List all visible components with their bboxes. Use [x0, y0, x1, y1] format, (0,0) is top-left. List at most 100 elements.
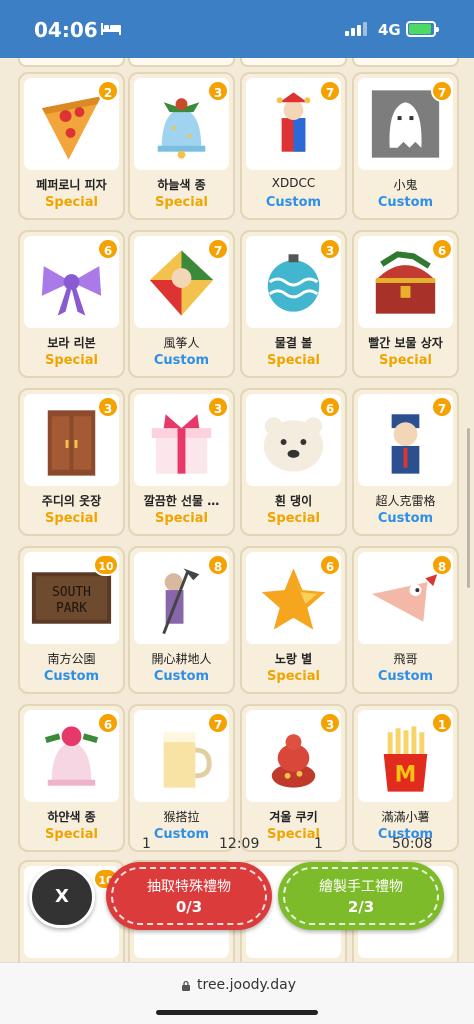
count-badge: 10	[93, 554, 119, 576]
gift-type: Custom	[43, 669, 100, 684]
count-badge: 3	[97, 396, 119, 418]
gift-type: Special	[155, 511, 208, 526]
gift-card[interactable]: M 1 滿滿小薯 Custom	[352, 704, 459, 852]
gift-type: Special	[155, 195, 208, 210]
gift-card[interactable]: 3 겨울 쿠키 Special	[240, 704, 347, 852]
gift-card[interactable]: 8 開心耕地人 Custom	[128, 546, 235, 694]
gift-name: 飛哥	[393, 652, 418, 666]
lock-icon	[182, 981, 190, 991]
gift-card-partial[interactable]	[18, 58, 125, 67]
gift-card[interactable]: 8 飛哥 Custom	[352, 546, 459, 694]
gift-type: Special	[379, 353, 432, 368]
count-badge: 8	[207, 554, 229, 576]
gift-type: Custom	[153, 669, 210, 684]
gift-type: Special	[45, 195, 98, 210]
count-badge: 7	[431, 80, 453, 102]
count-badge: 3	[207, 80, 229, 102]
gift-card-partial[interactable]	[128, 58, 235, 67]
svg-text:PARK: PARK	[56, 601, 87, 616]
count-badge: 2	[97, 80, 119, 102]
gift-card[interactable]: 7 XDDCC Custom	[240, 72, 347, 220]
draw-custom-label: 繪製手工禮物	[319, 879, 403, 895]
svg-text:M: M	[395, 763, 417, 788]
count-badge: 6	[431, 238, 453, 260]
gift-name: 보라 리본	[47, 336, 96, 350]
gift-card[interactable]: 6 보라 리본 Special	[18, 230, 125, 378]
gift-card[interactable]: 3 깔끔한 선물 … Special	[128, 388, 235, 536]
draw-special-gift-button[interactable]: 抽取特殊禮物 0/3	[106, 862, 272, 930]
gift-card-partial[interactable]	[352, 58, 459, 67]
gift-card[interactable]: 3 하늘색 종 Special	[128, 72, 235, 220]
gift-type: Special	[45, 353, 98, 368]
gift-type: Special	[267, 511, 320, 526]
count-badge: 7	[207, 238, 229, 260]
gift-name: 빨간 보물 상자	[368, 336, 443, 350]
gift-card[interactable]: 2 페퍼로니 피자 Special	[18, 72, 125, 220]
gift-name: 猴搭拉	[163, 810, 200, 824]
overlay-right-time: 50:08	[392, 836, 433, 852]
overlay-right-count: 1	[314, 836, 323, 852]
count-badge: 7	[431, 396, 453, 418]
scrollbar[interactable]	[467, 428, 470, 588]
gift-card[interactable]: 6 노랑 별 Special	[240, 546, 347, 694]
gift-type: Custom	[377, 511, 434, 526]
gift-name: 小鬼	[393, 178, 418, 192]
overlay-left-count: 1	[142, 836, 151, 852]
gift-card[interactable]: 7 小鬼 Custom	[352, 72, 459, 220]
gift-type: Special	[45, 827, 98, 842]
gift-name: XDDCC	[271, 176, 316, 190]
gift-card[interactable]: 6 하얀색 종 Special	[18, 704, 125, 852]
gift-grid: 10 2 페퍼로니 피자 Special 3 하늘색 종 Special 7 XDDCC Cus…	[0, 58, 474, 962]
gift-type: Custom	[377, 669, 434, 684]
url-text: tree.joody.day	[197, 977, 297, 993]
gift-card[interactable]: 6 빨간 보물 상자 Special	[352, 230, 459, 378]
gift-name: 南方公園	[47, 652, 96, 666]
count-badge: 6	[319, 396, 341, 418]
gift-type: Special	[267, 353, 320, 368]
count-badge: 3	[319, 712, 341, 734]
gift-name: 물결 볼	[274, 336, 313, 350]
gift-name: 겨울 쿠키	[269, 810, 318, 824]
gift-type: Special	[45, 511, 98, 526]
close-icon: X	[55, 886, 69, 907]
gift-name: 超人克雷格	[375, 494, 436, 508]
overlay-left-time: 12:09	[219, 836, 260, 852]
draw-special-label: 抽取特殊禮物	[147, 879, 231, 895]
gift-type: Custom	[377, 195, 434, 210]
battery-icon	[406, 21, 439, 37]
gift-name: 風筝人	[163, 336, 200, 350]
gift-card[interactable]: 7 超人克雷格 Custom	[352, 388, 459, 536]
count-badge: 6	[97, 238, 119, 260]
count-badge: 6	[97, 712, 119, 734]
svg-text:SOUTH: SOUTH	[52, 585, 91, 600]
count-badge: 8	[431, 554, 453, 576]
count-badge: 1	[431, 712, 453, 734]
gift-card[interactable]: 3 주디의 옷장 Special	[18, 388, 125, 536]
gift-name: 滿滿小薯	[381, 810, 430, 824]
close-button[interactable]: X	[29, 866, 95, 928]
count-badge: 7	[207, 712, 229, 734]
count-badge: 6	[319, 554, 341, 576]
gift-card[interactable]: 7 風筝人 Custom	[128, 230, 235, 378]
draw-custom-count: 2/3	[347, 898, 375, 916]
gift-card[interactable]: 6 흰 댕이 Special	[240, 388, 347, 536]
gift-type: Custom	[153, 353, 210, 368]
status-bar: 04:06 4G	[0, 0, 474, 58]
bed-icon	[101, 23, 121, 35]
gift-card[interactable]: 3 물결 볼 Special	[240, 230, 347, 378]
draw-custom-gift-button[interactable]: 繪製手工禮物 2/3	[278, 862, 444, 930]
count-badge: 3	[319, 238, 341, 260]
gift-card[interactable]: SOUTH PARK 10 南方公園 Custom	[18, 546, 125, 694]
gift-name: 페퍼로니 피자	[36, 178, 107, 192]
gift-card-partial[interactable]	[240, 58, 347, 67]
gift-type: Custom	[265, 195, 322, 210]
network-label: 4G	[378, 21, 401, 39]
gift-name: 하얀색 종	[47, 810, 96, 824]
count-badge: 3	[207, 396, 229, 418]
gift-name: 주디의 옷장	[41, 494, 102, 508]
gift-card[interactable]: 7 猴搭拉 Custom	[128, 704, 235, 852]
status-time: 04:06	[34, 18, 98, 42]
gift-name: 노랑 별	[274, 652, 313, 666]
home-indicator[interactable]	[156, 1010, 318, 1015]
gift-name: 하늘색 종	[157, 178, 206, 192]
